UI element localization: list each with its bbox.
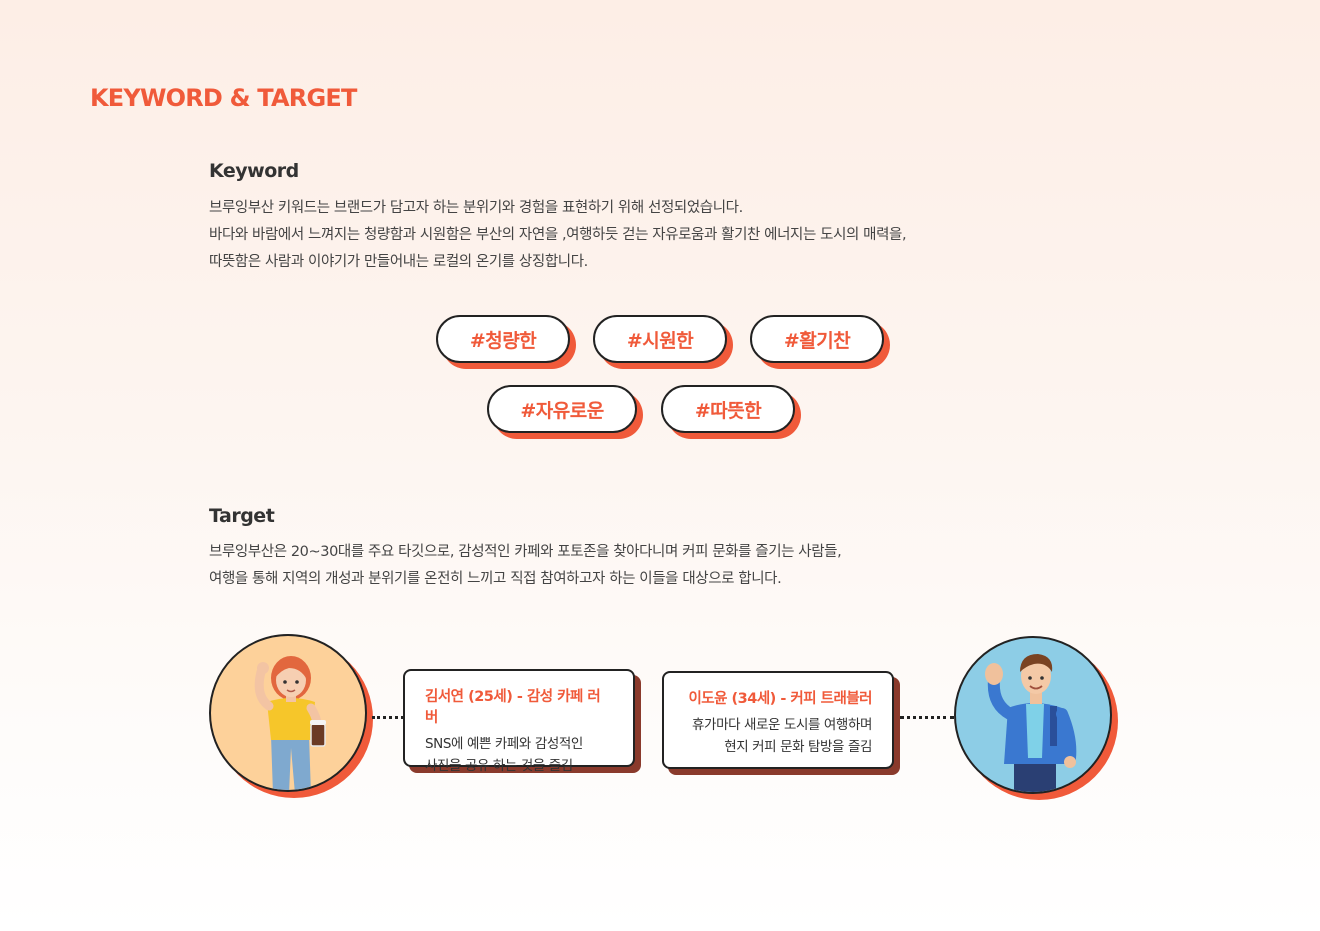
- keyword-tag-jayu: #자유로운: [487, 385, 637, 433]
- connector-dots-left: [372, 716, 404, 719]
- persona-name: 이도윤 (34세) - 커피 트래블러: [688, 691, 872, 707]
- keyword-tag-ttatteut: #따뜻한: [661, 385, 795, 433]
- keyword-description: 브루잉부산 키워드는 브랜드가 담고자 하는 분위기와 경험을 표현하기 위해 …: [209, 195, 907, 276]
- keyword-line-2: 바다와 바람에서 느껴지는 청량함과 시원함은 부산의 자연을 ,여행하듯 걷는…: [209, 227, 907, 243]
- target-line-2: 여행을 통해 지역의 개성과 분위기를 온전히 느끼고 직접 참여하고자 하는 …: [209, 571, 782, 587]
- persona-desc-line-1: SNS에 예쁜 카페와 감성적인: [425, 736, 583, 752]
- connector-dots-right: [900, 716, 954, 719]
- persona-description: SNS에 예쁜 카페와 감성적인 사진을 공유 하는 것을 즐김: [425, 733, 613, 777]
- keyword-line-3: 따뜻함은 사람과 이야기가 만들어내는 로컬의 온기를 상징합니다.: [209, 254, 588, 270]
- keyword-line-1: 브루잉부산 키워드는 브랜드가 담고자 하는 분위기와 경험을 표현하기 위해 …: [209, 200, 743, 216]
- keyword-tag-siwon: #시원한: [593, 315, 727, 363]
- woman-illustration-icon: [254, 656, 326, 790]
- persona-description: 휴가마다 새로운 도시를 여행하며 현지 커피 문화 탐방을 즐김: [684, 714, 872, 758]
- target-line-1: 브루잉부산은 20~30대를 주요 타깃으로, 감성적인 카페와 포토존을 찾아…: [209, 544, 842, 560]
- persona-avatar-male: [954, 636, 1112, 794]
- persona-desc-line-1: 휴가마다 새로운 도시를 여행하며: [692, 717, 872, 733]
- persona-desc-line-2: 사진을 공유 하는 것을 즐김: [425, 758, 573, 774]
- keyword-tag-cheongryang: #청량한: [436, 315, 570, 363]
- persona-card-seoyeon: 김서연 (25세) - 감성 카페 러버 SNS에 예쁜 카페와 감성적인 사진…: [403, 669, 635, 774]
- persona-name: 김서연 (25세) - 감성 카페 러버: [425, 689, 601, 726]
- target-description: 브루잉부산은 20~30대를 주요 타깃으로, 감성적인 카페와 포토존을 찾아…: [209, 539, 842, 593]
- persona-card-doyun: 이도윤 (34세) - 커피 트래블러 휴가마다 새로운 도시를 여행하며 현지…: [662, 671, 894, 769]
- keyword-heading: Keyword: [209, 160, 299, 182]
- keyword-tag-hwalgi: #활기찬: [750, 315, 884, 363]
- persona-avatar-female: [209, 634, 367, 792]
- page-title: KEYWORD & TARGET: [90, 84, 357, 112]
- man-illustration-icon: [985, 654, 1077, 792]
- target-heading: Target: [209, 505, 275, 527]
- persona-desc-line-2: 현지 커피 문화 탐방을 즐김: [724, 739, 872, 755]
